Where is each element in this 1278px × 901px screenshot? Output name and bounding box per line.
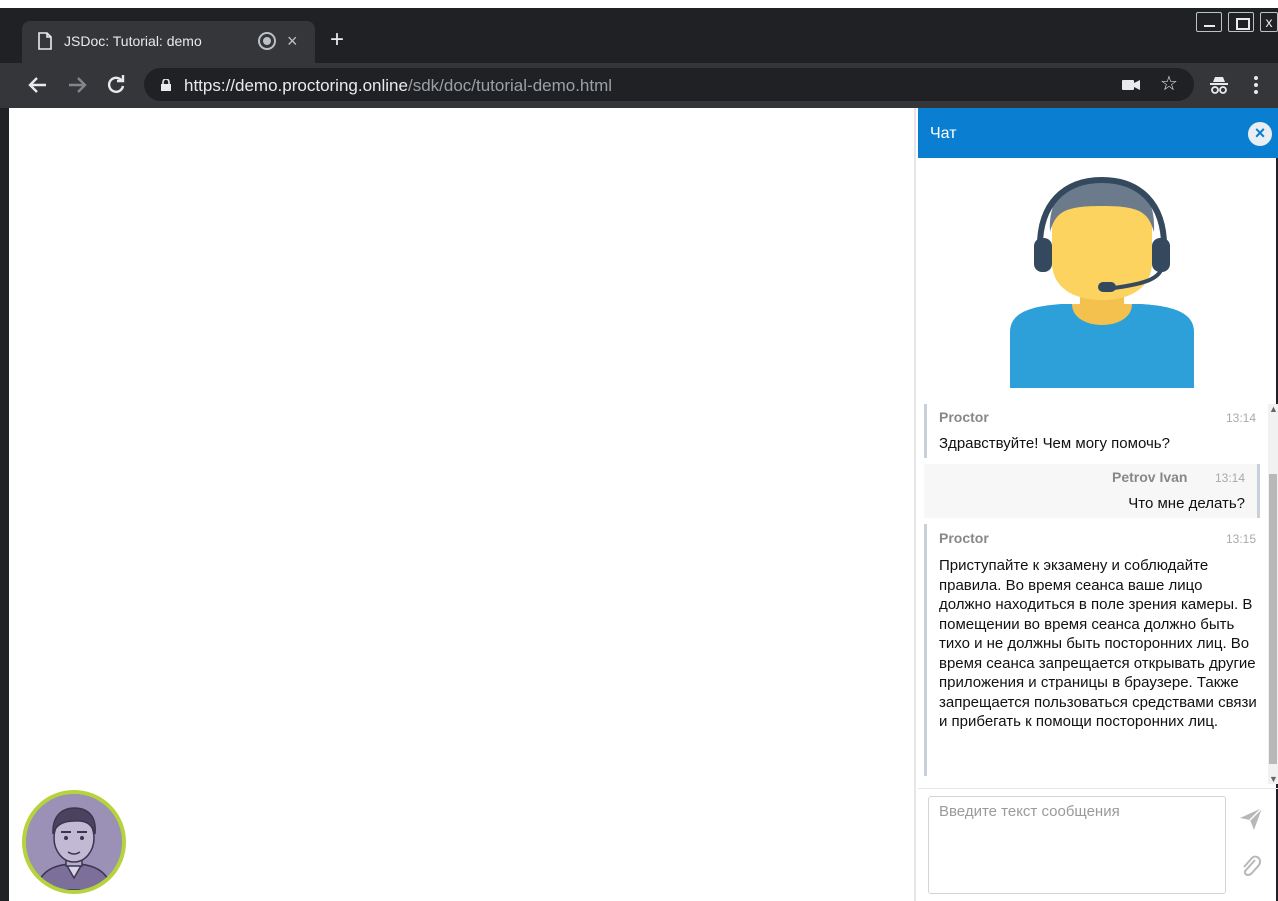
forward-arrow-icon[interactable]	[65, 73, 89, 97]
maximize-icon[interactable]	[1228, 12, 1254, 32]
browser-tab[interactable]: JSDoc: Tutorial: demo ×	[22, 21, 315, 63]
chat-header: Чат ×	[918, 108, 1278, 158]
address-bar[interactable]: https://demo.proctoring.online/sdk/doc/t…	[144, 68, 1194, 101]
message-author: Proctor	[939, 409, 989, 425]
message-item: Petrov Ivan 13:14 Что мне делать?	[924, 464, 1260, 518]
back-arrow-icon[interactable]	[26, 73, 50, 97]
page-content: Чат × Proctor 13:14 Здравствуйте! Чем мо…	[0, 108, 1278, 901]
user-face-icon	[26, 794, 122, 890]
minimize-icon[interactable]	[1196, 12, 1222, 32]
incognito-extension-icon[interactable]	[1208, 74, 1230, 96]
send-icon[interactable]	[1238, 806, 1264, 832]
message-author: Petrov Ivan	[1112, 469, 1188, 485]
window-close-icon[interactable]: x	[1260, 12, 1278, 32]
message-time: 13:15	[1225, 532, 1256, 546]
message-text: Здравствуйте! Чем могу помочь?	[939, 435, 1170, 452]
scroll-down-icon[interactable]: ▼	[1269, 774, 1278, 784]
proctor-headset-avatar	[1010, 176, 1194, 388]
window-left-edge	[0, 108, 9, 901]
message-author: Proctor	[939, 530, 989, 546]
browser-titlebar: JSDoc: Tutorial: demo × + x	[0, 0, 1278, 63]
browser-toolbar: https://demo.proctoring.online/sdk/doc/t…	[0, 63, 1278, 108]
message-time: 13:14	[1214, 471, 1245, 485]
document-icon	[38, 32, 52, 50]
message-time: 13:14	[1225, 411, 1256, 425]
input-divider	[918, 788, 1278, 789]
message-item: Proctor 13:15 Приступайте к экзамену и с…	[924, 524, 1260, 776]
message-input[interactable]	[928, 796, 1226, 894]
messages-list: Proctor 13:14 Здравствуйте! Чем могу пом…	[918, 404, 1278, 784]
message-text: Приступайте к экзамену и соблюдайте прав…	[939, 557, 1257, 730]
reload-icon[interactable]	[104, 73, 128, 97]
lock-icon	[161, 79, 171, 91]
messages-scrollbar[interactable]: ▲ ▼	[1268, 404, 1278, 784]
url-host: https://demo.proctoring.online	[184, 76, 408, 95]
kebab-menu-icon[interactable]	[1254, 75, 1258, 95]
tab-close-icon[interactable]: ×	[287, 30, 298, 52]
titlebar-top-edge	[0, 0, 1278, 8]
scroll-thumb[interactable]	[1269, 474, 1277, 764]
tab-recording-icon	[260, 34, 274, 48]
scroll-up-icon[interactable]: ▲	[1269, 404, 1278, 414]
chat-panel: Чат × Proctor 13:14 Здравствуйте! Чем мо…	[914, 108, 1278, 901]
new-tab-icon[interactable]: +	[330, 27, 344, 53]
message-text: Что мне делать?	[1128, 495, 1245, 512]
url-text: https://demo.proctoring.online/sdk/doc/t…	[184, 76, 612, 96]
window-controls: x	[1196, 12, 1278, 34]
paperclip-icon[interactable]	[1240, 854, 1262, 880]
chat-close-icon[interactable]: ×	[1248, 122, 1272, 146]
url-path: /sdk/doc/tutorial-demo.html	[407, 76, 613, 95]
chat-title: Чат	[930, 125, 957, 142]
bookmark-star-icon[interactable]: ☆	[1160, 73, 1178, 95]
user-webcam-avatar[interactable]	[22, 790, 126, 894]
message-item: Proctor 13:14 Здравствуйте! Чем могу пом…	[924, 404, 1260, 458]
tab-title: JSDoc: Tutorial: demo	[64, 33, 202, 49]
camera-icon[interactable]	[1122, 79, 1140, 91]
